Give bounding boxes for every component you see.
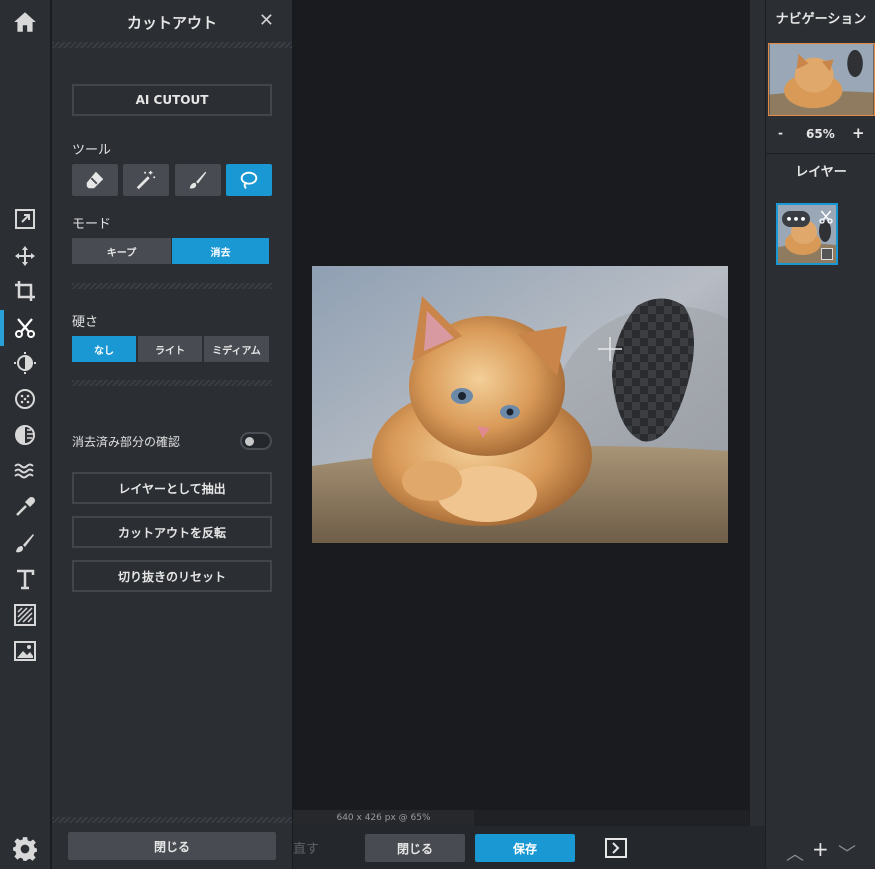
right-divider [749,0,765,826]
layer-cutout-icon [819,210,833,224]
right-panel: ナビゲーション - 65% + レイヤー ••• ︿ + ﹀ [765,0,875,869]
chevron-down-icon[interactable]: ﹀ [838,840,856,866]
show-erased-toggle[interactable] [240,432,272,450]
text-icon[interactable] [10,564,40,594]
effects-icon[interactable] [10,384,40,414]
zoom-out-button[interactable]: - [778,126,783,140]
tool-rail [0,0,51,869]
crop-icon[interactable] [10,276,40,306]
panel-header: カットアウト ✕ [52,0,292,42]
zoom-row: - 65% + [766,124,875,144]
cutout-panel: カットアウト ✕ AI CUTOUT ツール モード キープ 消去 硬さ なし … [52,0,292,869]
brush-tool-button[interactable] [175,164,221,196]
mode-erase-button[interactable]: 消去 [172,238,269,264]
layer-menu-button[interactable]: ••• [782,211,810,227]
active-tool-indicator [0,310,4,346]
move-icon[interactable] [10,241,40,271]
ai-cutout-button[interactable]: AI CUTOUT [72,84,272,116]
home-icon[interactable] [12,9,38,35]
cutout-scissors-icon[interactable] [10,313,40,343]
panel-title: カットアウト [126,14,217,32]
liquify-icon[interactable] [10,456,40,486]
hardness-light-button[interactable]: ライト [138,336,202,362]
mode-keep-button[interactable]: キープ [72,238,171,264]
divider [72,283,272,289]
extract-layer-button[interactable]: レイヤーとして抽出 [72,472,272,504]
adjust-icon[interactable] [10,348,40,378]
canvas-status: 640 x 426 px @ 65% [293,810,474,826]
magic-wand-icon [136,170,156,190]
tool-label: ツール [72,143,112,158]
settings-gear-icon[interactable] [12,836,38,862]
magic-wand-tool-button[interactable] [123,164,169,196]
eraser-icon [86,171,104,189]
separator [766,153,875,154]
toggle-panel-icon[interactable] [605,838,627,858]
divider [72,380,272,386]
arrange-icon[interactable] [10,204,40,234]
eraser-tool-button[interactable] [72,164,118,196]
brush-icon [189,171,207,189]
image-icon[interactable] [10,636,40,666]
chevron-up-icon[interactable]: ︿ [786,840,804,866]
navigation-thumbnail[interactable] [768,43,875,116]
draw-brush-icon[interactable] [10,528,40,558]
canvas-area[interactable] [293,0,749,810]
reset-cutout-button[interactable]: 切り抜きのリセット [72,560,272,592]
layer-thumbnail[interactable]: ••• [776,203,838,265]
divider [52,817,292,823]
toggle-knob [245,437,254,446]
navigation-title: ナビゲーション [775,12,867,27]
lasso-tool-button[interactable] [226,164,272,196]
panel-close-icon[interactable]: ✕ [259,10,274,31]
layer-visibility-checkbox[interactable] [821,248,833,260]
invert-cutout-button[interactable]: カットアウトを反転 [72,516,272,548]
panel-close-button[interactable]: 閉じる [68,832,276,860]
filter-icon[interactable] [10,420,40,450]
close-button[interactable]: 閉じる [365,834,465,862]
layers-title: レイヤー [795,165,847,180]
save-button[interactable]: 保存 [475,834,575,862]
lasso-icon [240,171,258,190]
status-bar-empty [474,810,749,826]
mode-label: モード [72,217,112,232]
hardness-label: 硬さ [72,315,99,330]
divider [52,42,292,48]
hardness-none-button[interactable]: なし [72,336,136,362]
pattern-icon[interactable] [10,600,40,630]
kitten-photo[interactable] [312,266,728,543]
redo-label: 直す [293,842,320,857]
photo-editor-app: カットアウト ✕ AI CUTOUT ツール モード キープ 消去 硬さ なし … [0,0,875,869]
add-layer-icon[interactable]: + [812,837,829,861]
bottom-bar: 直す 閉じる 保存 [293,826,765,869]
hardness-medium-button[interactable]: ミディアム [204,336,269,362]
show-erased-label: 消去済み部分の確認 [72,435,181,449]
layer-controls: ︿ + ﹀ [766,837,875,866]
zoom-in-button[interactable]: + [852,124,865,142]
eyedropper-icon[interactable] [10,492,40,522]
zoom-value: 65% [806,127,835,141]
